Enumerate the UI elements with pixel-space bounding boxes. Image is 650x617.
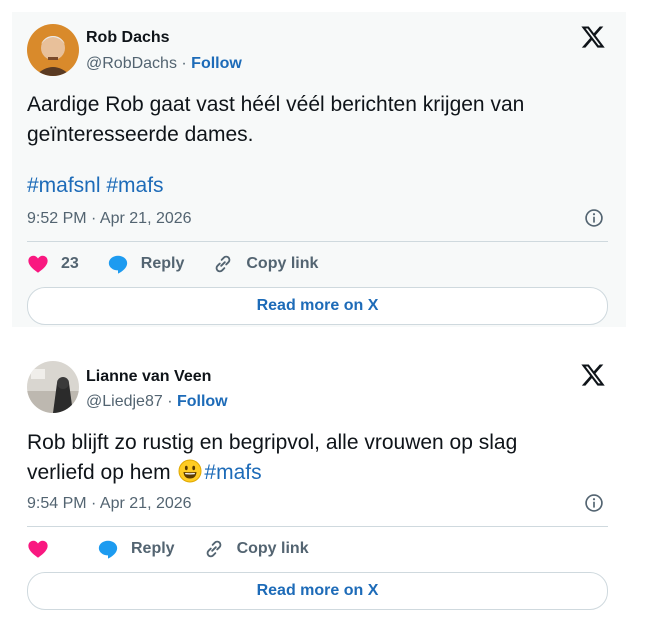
hashtags: #mafsnl #mafs	[27, 171, 164, 201]
info-icon[interactable]	[584, 208, 604, 228]
heart-icon	[28, 255, 48, 273]
copy-link-button[interactable]: Copy link	[212, 253, 318, 275]
handle-row: @Liedje87 · Follow	[86, 393, 228, 411]
action-bar: Reply Copy link	[27, 538, 337, 560]
smiley-emoji-icon	[178, 459, 202, 483]
info-icon[interactable]	[584, 493, 604, 513]
hashtag-link[interactable]: #mafsnl	[27, 174, 101, 197]
copy-link-label: Copy link	[246, 255, 319, 272]
tweet-card-2: Lianne van Veen @Liedje87 · Follow Rob b…	[12, 350, 626, 617]
like-button[interactable]	[27, 538, 61, 560]
handle-row: @RobDachs · Follow	[86, 55, 242, 73]
author-handle[interactable]: @Liedje87	[86, 393, 163, 410]
reply-label: Reply	[140, 255, 185, 272]
read-more-button[interactable]: Read more on X	[27, 572, 608, 610]
follow-button[interactable]: Follow	[177, 393, 228, 410]
divider	[27, 241, 608, 242]
tweet-text-line: Aardige Rob gaat vast héél véél berichte…	[27, 93, 525, 116]
separator: ·	[176, 55, 192, 72]
heart-icon	[28, 540, 48, 558]
avatar[interactable]	[27, 361, 79, 413]
link-icon	[216, 255, 231, 273]
x-logo-icon[interactable]	[580, 24, 606, 50]
avatar[interactable]	[27, 24, 79, 76]
author-name[interactable]: Lianne van Veen	[86, 368, 211, 386]
reply-icon	[108, 255, 127, 274]
action-bar: 23 Reply Copy link	[27, 253, 346, 275]
tweet-text-line: geïnteresseerde dames.	[27, 123, 254, 146]
like-button[interactable]: 23	[27, 253, 79, 275]
timestamp[interactable]: 9:54 PM · Apr 21, 2026	[27, 495, 192, 513]
tweet-text-line: verliefd op hem	[27, 461, 171, 484]
hashtag-link[interactable]: #mafs	[204, 461, 261, 484]
author-name[interactable]: Rob Dachs	[86, 29, 170, 47]
reply-icon	[98, 540, 118, 559]
read-more-button[interactable]: Read more on X	[27, 287, 608, 325]
like-count: 23	[61, 255, 79, 272]
tweet-text-line: Rob blijft zo rustig en begripvol, alle …	[27, 431, 518, 454]
copy-link-label: Copy link	[236, 540, 309, 557]
copy-link-button[interactable]: Copy link	[203, 538, 309, 560]
link-icon	[206, 540, 221, 558]
tweet-card-1: Rob Dachs @RobDachs · Follow Aardige Rob…	[12, 12, 626, 327]
tweet-text-line-2: verliefd op hem #mafs	[27, 458, 517, 488]
divider	[27, 526, 608, 527]
reply-button[interactable]: Reply	[97, 538, 175, 560]
hashtag-link[interactable]: #mafs	[106, 174, 163, 197]
x-logo-icon[interactable]	[580, 362, 606, 388]
tweet-text: Aardige Rob gaat vast héél véél berichte…	[27, 90, 524, 150]
separator: ·	[162, 393, 177, 410]
tweet-text: Rob blijft zo rustig en begripvol, alle …	[27, 428, 517, 488]
timestamp[interactable]: 9:52 PM · Apr 21, 2026	[27, 210, 192, 228]
reply-label: Reply	[131, 540, 175, 557]
author-handle[interactable]: @RobDachs	[86, 55, 177, 72]
reply-button[interactable]: Reply	[107, 253, 185, 275]
follow-button[interactable]: Follow	[191, 55, 242, 72]
